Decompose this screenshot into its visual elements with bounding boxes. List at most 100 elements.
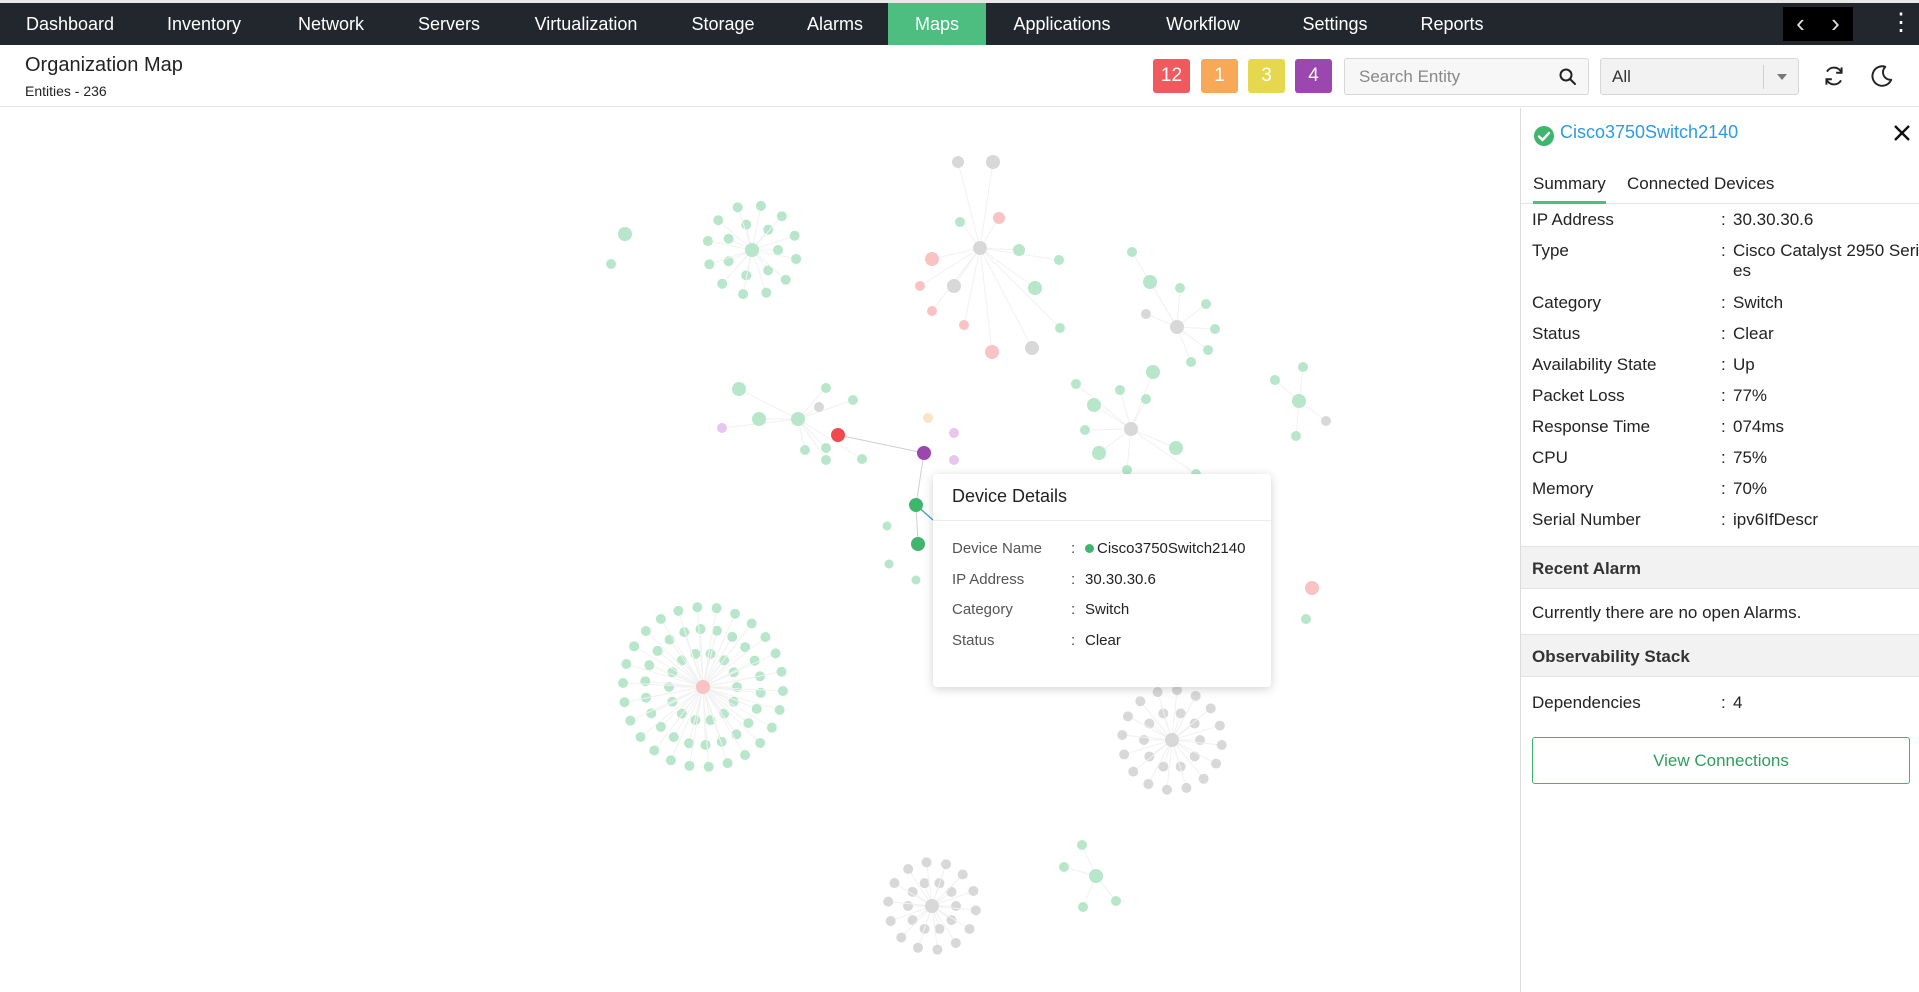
map-node[interactable] (821, 455, 831, 465)
nav-applications[interactable]: Applications (1004, 3, 1120, 45)
map-hub-node[interactable] (1089, 869, 1103, 883)
map-node[interactable] (1201, 299, 1211, 309)
map-node[interactable] (763, 224, 774, 235)
map-node[interactable] (635, 731, 646, 742)
critical-node[interactable] (831, 428, 845, 442)
map-node[interactable] (665, 755, 676, 766)
map-node[interactable] (713, 215, 724, 226)
map-node[interactable] (673, 605, 684, 616)
nav-storage[interactable]: Storage (678, 3, 768, 45)
map-hub-node[interactable] (791, 412, 805, 426)
map-node[interactable] (717, 278, 728, 289)
map-node[interactable] (970, 905, 981, 916)
map-node[interactable] (1078, 902, 1088, 912)
map-node[interactable] (947, 279, 961, 293)
map-node[interactable] (911, 575, 921, 585)
map-node[interactable] (1205, 703, 1216, 714)
map-node[interactable] (1190, 690, 1201, 701)
map-node[interactable] (752, 412, 766, 426)
map-node[interactable] (1186, 357, 1196, 367)
map-node[interactable] (1189, 718, 1200, 729)
map-node[interactable] (1111, 896, 1121, 906)
map-node[interactable] (1025, 341, 1039, 355)
map-node[interactable] (1291, 431, 1301, 441)
nav-network[interactable]: Network (282, 3, 380, 45)
map-node[interactable] (727, 631, 738, 642)
map-node[interactable] (1216, 739, 1227, 750)
map-hub-node[interactable] (745, 243, 759, 257)
map-node[interactable] (941, 859, 952, 870)
map-node[interactable] (848, 395, 858, 405)
map-node[interactable] (946, 886, 957, 897)
map-node[interactable] (1013, 244, 1025, 256)
map-node[interactable] (644, 660, 655, 671)
map-node[interactable] (925, 252, 939, 266)
map-node[interactable] (618, 678, 629, 689)
map-node[interactable] (821, 383, 831, 393)
map-node[interactable] (1141, 309, 1151, 319)
map-node[interactable] (1214, 720, 1225, 731)
map-node[interactable] (903, 901, 913, 911)
refresh-icon[interactable] (1821, 63, 1847, 89)
map-node[interactable] (621, 658, 632, 669)
moon-icon[interactable] (1869, 63, 1895, 89)
map-node[interactable] (780, 274, 791, 285)
map-node[interactable] (1080, 425, 1090, 435)
map-node[interactable] (1028, 281, 1042, 295)
map-node[interactable] (606, 259, 616, 269)
map-hub-node[interactable] (1165, 733, 1179, 747)
chevron-right-icon[interactable]: › (1818, 7, 1853, 41)
map-node[interactable] (1301, 614, 1311, 624)
map-hub-node[interactable] (1292, 394, 1306, 408)
map-node[interactable] (1175, 283, 1185, 293)
map-node[interactable] (950, 937, 961, 948)
map-node[interactable] (776, 211, 787, 222)
map-node[interactable] (640, 626, 651, 637)
map-node[interactable] (814, 402, 824, 412)
map-node[interactable] (1135, 696, 1146, 707)
map-node[interactable] (1198, 773, 1209, 784)
map-node[interactable] (957, 869, 968, 880)
unknown-count-badge[interactable]: 4 (1295, 59, 1332, 93)
map-node[interactable] (1162, 784, 1173, 795)
map-node[interactable] (993, 212, 1005, 224)
nav-maps[interactable]: Maps (888, 3, 986, 45)
map-node[interactable] (776, 666, 787, 677)
map-node[interactable] (1054, 255, 1064, 265)
map-node[interactable] (1169, 441, 1183, 455)
map-hub-node[interactable] (1170, 320, 1184, 334)
map-node[interactable] (723, 233, 734, 244)
nav-alarms[interactable]: Alarms (794, 3, 876, 45)
critical-count-badge[interactable]: 12 (1153, 59, 1190, 93)
map-node[interactable] (821, 443, 831, 453)
map-node[interactable] (952, 156, 964, 168)
nav-settings[interactable]: Settings (1286, 3, 1384, 45)
map-node[interactable] (619, 697, 630, 708)
map-node[interactable] (1071, 379, 1081, 389)
topology-graph[interactable] (0, 108, 1520, 992)
map-node[interactable] (751, 703, 762, 714)
map-node[interactable] (1144, 718, 1155, 729)
map-node[interactable] (1055, 323, 1065, 333)
tab-summary[interactable]: Summary (1533, 174, 1606, 204)
map-node[interactable] (773, 245, 783, 255)
map-node[interactable] (684, 760, 695, 771)
map-node[interactable] (949, 428, 959, 438)
map-node[interactable] (730, 608, 741, 619)
map-node[interactable] (702, 236, 713, 247)
map-node[interactable] (1127, 247, 1137, 257)
map-node[interactable] (896, 932, 907, 943)
map-node[interactable] (959, 320, 969, 330)
map-node[interactable] (711, 603, 722, 614)
map-node[interactable] (692, 602, 703, 613)
map-node[interactable] (1077, 840, 1087, 850)
map-node[interactable] (755, 200, 766, 211)
map-node[interactable] (923, 413, 933, 423)
search-input[interactable] (1345, 59, 1555, 94)
map-node[interactable] (934, 923, 945, 934)
map-node[interactable] (717, 423, 727, 433)
map-node[interactable] (857, 454, 867, 464)
map-node[interactable] (777, 685, 788, 696)
map-node[interactable] (755, 737, 766, 748)
map-node[interactable] (652, 645, 663, 656)
